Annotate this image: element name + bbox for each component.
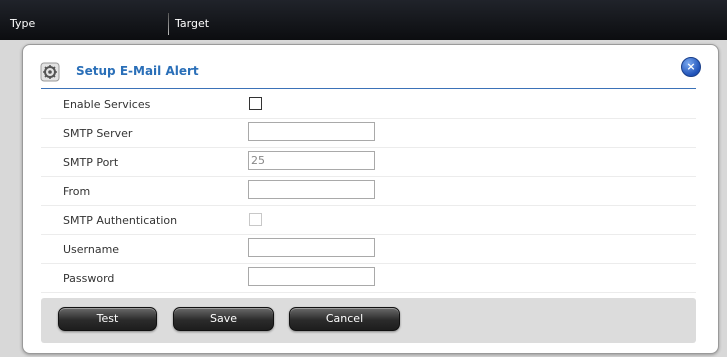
smtp-authentication-row: SMTP Authentication — [41, 205, 696, 235]
dialog-title: Setup E-Mail Alert — [76, 64, 199, 78]
username-label: Username — [63, 243, 120, 256]
smtp-server-row: SMTP Server — [41, 118, 696, 148]
from-input[interactable] — [248, 180, 375, 199]
username-row: Username — [41, 234, 696, 264]
enable-services-label: Enable Services — [63, 98, 151, 111]
save-button[interactable]: Save — [173, 307, 274, 331]
settings-gear-icon — [40, 62, 60, 82]
column-header-target[interactable]: Target — [175, 17, 209, 30]
smtp-authentication-checkbox[interactable] — [249, 213, 262, 226]
enable-services-checkbox[interactable] — [249, 97, 262, 110]
username-input[interactable] — [248, 238, 375, 257]
column-divider[interactable] — [168, 13, 169, 35]
cancel-button[interactable]: Cancel — [289, 307, 400, 331]
enable-services-row: Enable Services — [41, 89, 696, 119]
button-bar: Test Save Cancel — [41, 298, 696, 343]
password-input[interactable] — [248, 267, 375, 286]
smtp-server-input[interactable] — [248, 122, 375, 141]
close-button[interactable]: × — [681, 57, 701, 77]
password-row: Password — [41, 263, 696, 293]
smtp-port-input[interactable] — [248, 151, 375, 170]
close-icon: × — [686, 60, 696, 73]
from-row: From — [41, 176, 696, 206]
email-alert-dialog: Setup E-Mail Alert × Enable Services SMT… — [22, 44, 719, 354]
column-header-type[interactable]: Type — [10, 17, 35, 30]
smtp-server-label: SMTP Server — [63, 127, 133, 140]
smtp-port-row: SMTP Port — [41, 147, 696, 177]
list-header-bar: Type Target — [0, 0, 727, 40]
smtp-authentication-label: SMTP Authentication — [63, 214, 178, 227]
from-label: From — [63, 185, 91, 198]
test-button[interactable]: Test — [58, 307, 157, 331]
smtp-port-label: SMTP Port — [63, 156, 119, 169]
password-label: Password — [63, 272, 115, 285]
